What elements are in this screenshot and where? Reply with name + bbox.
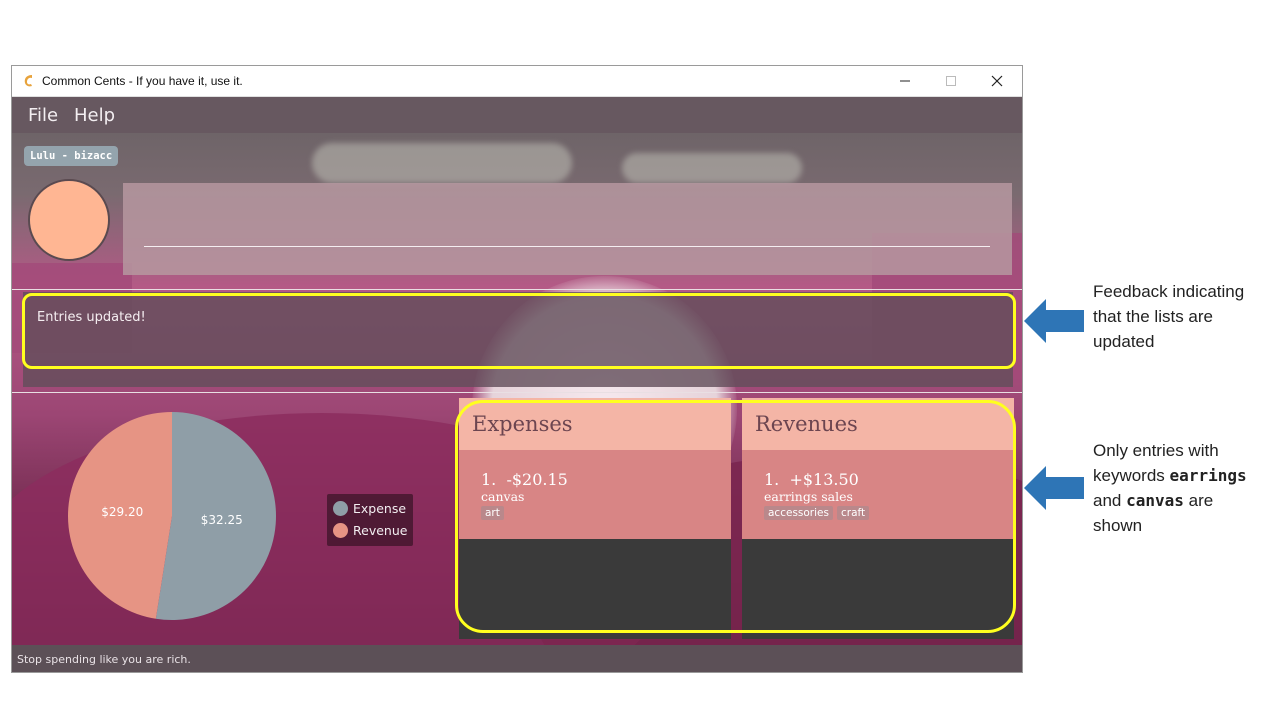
title-bar: Common Cents - If you have it, use it.	[12, 66, 1022, 97]
note-line: updated	[1093, 332, 1155, 351]
divider	[12, 289, 1022, 290]
maximize-icon	[946, 76, 956, 86]
menu-help[interactable]: Help	[74, 105, 115, 126]
close-icon	[991, 75, 1003, 87]
minimize-button[interactable]	[882, 66, 928, 96]
chart-legend: Expense Revenue	[327, 494, 413, 546]
legend-item-revenue: Revenue	[333, 520, 407, 540]
note-line: Feedback indicating	[1093, 282, 1245, 301]
command-box	[123, 183, 1012, 275]
legend-label: Expense	[353, 500, 407, 516]
close-button[interactable]	[974, 66, 1020, 96]
legend-label: Revenue	[353, 522, 408, 538]
status-bar: Stop spending like you are rich.	[12, 645, 1022, 672]
legend-item-expense: Expense	[333, 498, 406, 518]
note-line: that the lists are	[1093, 307, 1214, 326]
menu-bar: File Help	[12, 97, 1022, 133]
minimize-icon	[900, 80, 910, 82]
arrow-left-icon	[1024, 466, 1084, 510]
window-title: Common Cents - If you have it, use it.	[42, 74, 243, 88]
command-input[interactable]	[144, 205, 990, 247]
note-line: keywords earrings	[1093, 466, 1247, 485]
menu-file[interactable]: File	[28, 105, 58, 126]
legend-swatch	[333, 500, 348, 516]
cloud-decoration	[622, 153, 802, 183]
pie-value-label: $29.20	[101, 505, 143, 519]
app-logo-icon	[24, 75, 32, 87]
arrow-left-icon	[1024, 299, 1084, 343]
feedback-note: Feedback indicating that the lists are u…	[1093, 279, 1278, 354]
note-line: Only entries with	[1093, 441, 1219, 460]
divider	[12, 392, 1022, 393]
note-line: shown	[1093, 516, 1143, 535]
maximize-button[interactable]	[928, 66, 974, 96]
feedback-highlight	[22, 293, 1016, 369]
user-account-badge: Lulu - bizacc	[24, 146, 119, 166]
avatar	[28, 179, 110, 261]
lists-highlight	[455, 400, 1016, 633]
legend-swatch	[333, 522, 348, 538]
expense-revenue-pie-chart: $32.25 $29.20	[67, 412, 276, 620]
cloud-decoration	[312, 143, 572, 183]
status-message: Stop spending like you are rich.	[17, 653, 191, 666]
filter-note: Only entries with keywords earrings and …	[1093, 438, 1278, 538]
pie-value-label: $32.25	[201, 513, 243, 527]
note-line: and canvas are	[1093, 491, 1214, 510]
